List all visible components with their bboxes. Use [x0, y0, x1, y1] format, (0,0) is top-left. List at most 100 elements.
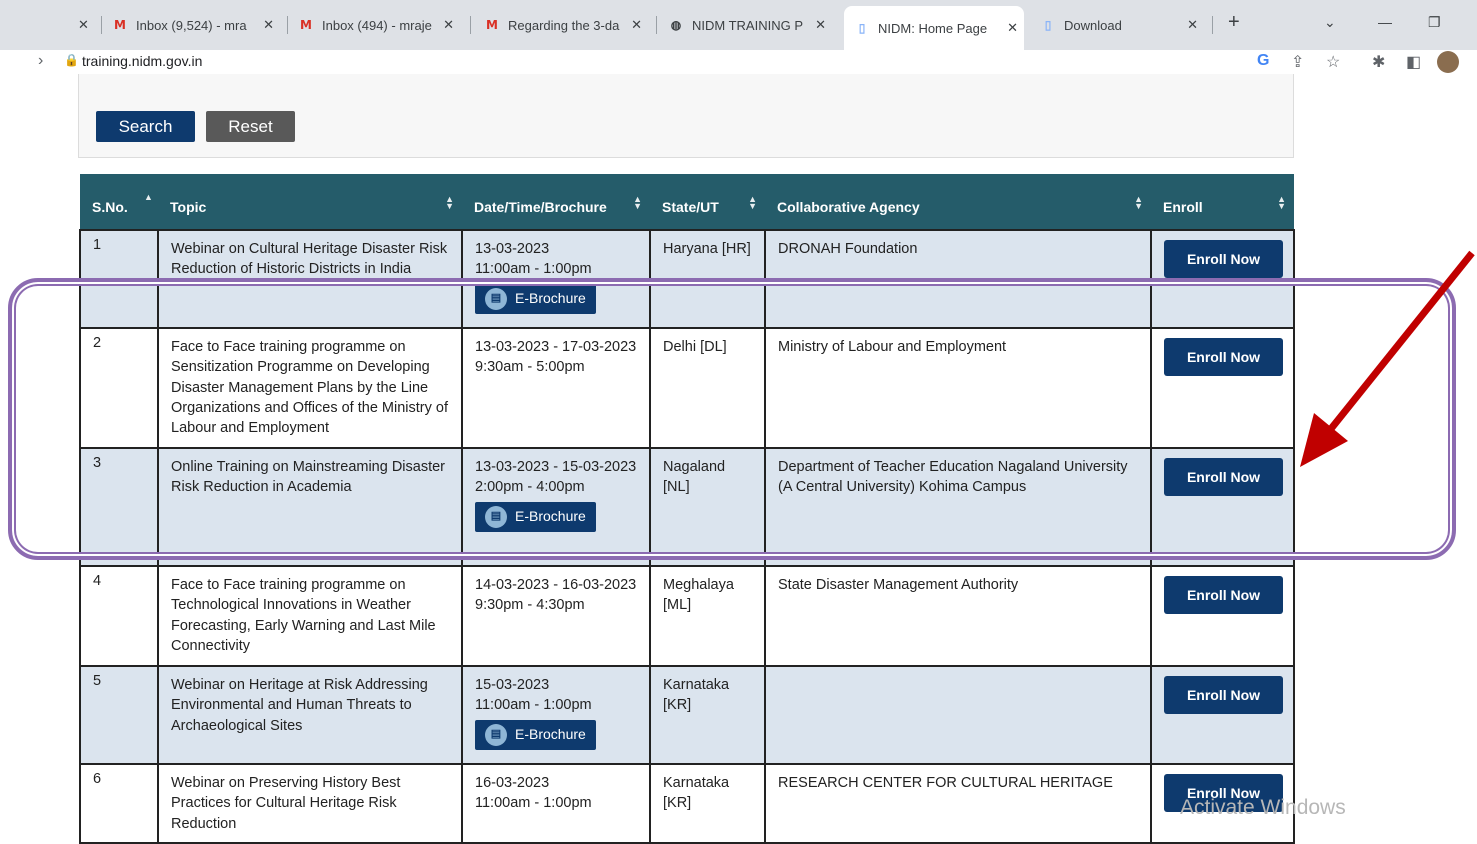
tab-title: Regarding the 3-da: [508, 17, 620, 33]
e-brochure-label: E-Brochure: [515, 290, 586, 307]
tab-gmail-3[interactable]: M Regarding the 3-da ✕: [484, 9, 648, 41]
enroll-now-button[interactable]: Enroll Now: [1164, 458, 1283, 496]
sort-icon: ▲ ▼: [633, 194, 642, 211]
sno-cell: 1: [79, 229, 159, 329]
close-icon[interactable]: ✕: [263, 17, 274, 33]
table-header-row: S.No. ▲ Topic ▲ ▼ Date/Time/Brochure ▲ ▼ Stat…: [80, 174, 1294, 230]
new-tab-icon[interactable]: +: [1228, 11, 1240, 34]
restore-icon[interactable]: ❐: [1428, 14, 1441, 31]
date-text: 16-03-2023: [475, 775, 550, 791]
agency-cell: DRONAH Foundation: [764, 229, 1152, 329]
globe-icon: ◍: [670, 18, 682, 32]
enroll-cell: Enroll Now: [1150, 229, 1295, 329]
back-chevron-icon[interactable]: ›: [38, 52, 43, 70]
page-icon: ▯: [858, 21, 866, 35]
state-cell: Delhi [DL]: [649, 327, 766, 449]
header-label: Date/Time/Brochure: [474, 199, 607, 215]
sort-icon: ▲ ▼: [748, 194, 757, 211]
tab-close-prev[interactable]: ✕: [78, 9, 89, 41]
enroll-now-button[interactable]: Enroll Now: [1164, 676, 1283, 714]
browser-tab-bar: ✕ M Inbox (9,524) - mra ✕ M Inbox (494) …: [0, 0, 1477, 50]
sort-icon: ▲ ▼: [1134, 194, 1143, 211]
header-state[interactable]: State/UT ▲ ▼: [650, 174, 765, 230]
url-field[interactable]: training.nidm.gov.in: [82, 53, 202, 69]
header-sno[interactable]: S.No. ▲: [80, 174, 158, 230]
enroll-now-button[interactable]: Enroll Now: [1164, 338, 1283, 376]
header-label: Collaborative Agency: [777, 199, 920, 215]
e-brochure-label: E-Brochure: [515, 508, 586, 525]
address-bar: › 🔒 training.nidm.gov.in G ⇪ ☆ ✱ ◧: [0, 50, 1477, 74]
sort-icon: ▲ ▼: [445, 194, 454, 211]
time-text: 11:00am - 1:00pm: [475, 261, 592, 278]
tab-gmail-1[interactable]: M Inbox (9,524) - mra ✕: [112, 9, 280, 41]
close-icon[interactable]: ✕: [1007, 20, 1018, 36]
share-icon[interactable]: ⇪: [1291, 52, 1304, 72]
state-cell: Haryana [HR]: [649, 229, 766, 329]
enroll-cell: Enroll Now: [1150, 327, 1295, 449]
tab-title: NIDM TRAINING P: [692, 17, 803, 33]
header-label: Topic: [170, 199, 207, 215]
agency-cell: [764, 665, 1152, 765]
reset-button[interactable]: Reset: [206, 111, 295, 142]
date-text: 13-03-2023 - 15-03-2023: [475, 459, 637, 475]
tab-gmail-2[interactable]: M Inbox (494) - mraje ✕: [298, 9, 460, 41]
avatar[interactable]: [1437, 51, 1459, 73]
header-topic[interactable]: Topic ▲ ▼: [158, 174, 462, 230]
agency-cell: Ministry of Labour and Employment: [764, 327, 1152, 449]
date-text: 15-03-2023: [475, 677, 550, 693]
close-icon[interactable]: ✕: [1187, 17, 1198, 33]
close-icon[interactable]: ✕: [443, 17, 454, 33]
header-label: State/UT: [662, 199, 719, 215]
brochure-icon: ▤: [485, 287, 507, 310]
topic-cell: Face to Face training programme on Techn…: [157, 565, 463, 667]
sort-icon: ▲ ▼: [1277, 194, 1286, 211]
red-arrow: [1300, 250, 1475, 467]
close-icon[interactable]: ✕: [631, 17, 642, 33]
star-icon[interactable]: ☆: [1326, 52, 1340, 72]
enroll-now-button[interactable]: Enroll Now: [1164, 240, 1283, 278]
google-translate-icon[interactable]: G: [1257, 52, 1269, 70]
sno-cell: 3: [79, 447, 159, 567]
enroll-cell: Enroll Now: [1150, 565, 1295, 667]
table-row: 1 Webinar on Cultural Heritage Disaster R…: [79, 229, 1295, 329]
tab-nidm-home[interactable]: ▯ NIDM: Home Page ✕: [844, 6, 1024, 50]
lock-icon: 🔒: [64, 53, 79, 67]
date-cell: 16-03-2023 11:00am - 1:00pm: [461, 763, 651, 844]
header-agency[interactable]: Collaborative Agency ▲ ▼: [765, 174, 1151, 230]
date-cell: 13-03-2023 - 15-03-2023 2:00pm - 4:00pm ▤ E…: [461, 447, 651, 567]
time-text: 11:00am - 1:00pm: [475, 795, 592, 812]
windows-watermark: Activate Windows: [1180, 796, 1346, 819]
e-brochure-button[interactable]: ▤ E-Brochure: [475, 283, 596, 314]
gmail-icon: M: [486, 18, 498, 32]
state-cell: Karnataka [KR]: [649, 763, 766, 844]
side-panel-icon[interactable]: ◧: [1406, 52, 1421, 72]
header-date[interactable]: Date/Time/Brochure ▲ ▼: [462, 174, 650, 230]
search-button[interactable]: Search: [96, 111, 195, 142]
agency-cell: Department of Teacher Education Nagaland…: [764, 447, 1152, 567]
topic-cell: Webinar on Heritage at Risk Addressing E…: [157, 665, 463, 765]
enroll-cell: Enroll Now: [1150, 447, 1295, 567]
minimize-icon[interactable]: —: [1378, 14, 1392, 30]
table-row: 5 Webinar on Heritage at Risk Addressing …: [79, 665, 1295, 765]
chevron-down-icon[interactable]: ⌄: [1324, 14, 1336, 31]
sno-cell: 4: [79, 565, 159, 667]
enroll-now-button[interactable]: Enroll Now: [1164, 576, 1283, 614]
date-cell: 13-03-2023 - 17-03-2023 9:30am - 5:00pm: [461, 327, 651, 449]
training-table: S.No. ▲ Topic ▲ ▼ Date/Time/Brochure ▲ ▼ Stat…: [79, 174, 1295, 844]
time-text: 9:30pm - 4:30pm: [475, 597, 585, 614]
topic-cell: Face to Face training programme on Sensi…: [157, 327, 463, 449]
header-label: Enroll: [1163, 199, 1203, 215]
state-cell: Meghalaya [ML]: [649, 565, 766, 667]
tab-title: Download: [1064, 17, 1122, 33]
table-row: 6 Webinar on Preserving History Best Prac…: [79, 763, 1295, 844]
close-icon[interactable]: ✕: [815, 17, 826, 33]
brochure-icon: ▤: [485, 505, 507, 528]
tab-nidm-training[interactable]: ◍ NIDM TRAINING P ✕: [668, 9, 832, 41]
brochure-icon: ▤: [485, 723, 507, 746]
header-enroll[interactable]: Enroll ▲ ▼: [1151, 174, 1294, 230]
tab-title: Inbox (494) - mraje: [322, 17, 432, 33]
extensions-icon[interactable]: ✱: [1372, 52, 1385, 72]
e-brochure-button[interactable]: ▤ E-Brochure: [475, 719, 596, 750]
tab-download[interactable]: ▯ Download ✕: [1040, 9, 1204, 41]
e-brochure-button[interactable]: ▤ E-Brochure: [475, 501, 596, 532]
